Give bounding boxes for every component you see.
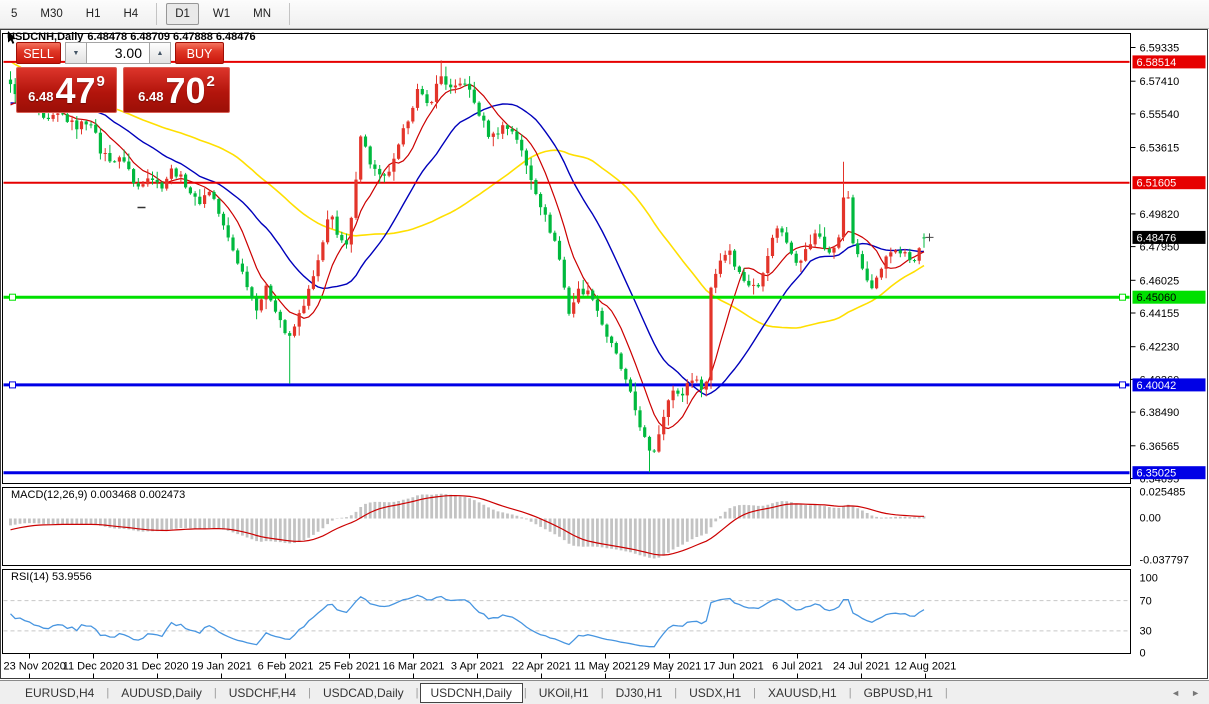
svg-text:6.40042: 6.40042	[1137, 380, 1177, 392]
caret-down-icon: ▼	[72, 49, 80, 57]
tab-separator: |	[753, 686, 757, 699]
svg-text:6.45060: 6.45060	[1137, 292, 1177, 304]
svg-text:6.44155: 6.44155	[1140, 308, 1180, 320]
svg-text:6.46025: 6.46025	[1140, 275, 1180, 287]
date-label: 11 Dec 2020	[63, 661, 125, 673]
chart-tab-dj30[interactable]: DJ30,H1	[605, 684, 674, 702]
volume-increase-button[interactable]: ▲	[150, 42, 171, 64]
chart-tab-ukoil[interactable]: UKOil,H1	[528, 684, 600, 702]
line-handle[interactable]	[1119, 293, 1126, 301]
date-label: 12 Aug 2021	[895, 661, 957, 673]
line-handle[interactable]	[9, 293, 16, 301]
tabs-scroll-left-icon[interactable]: ◄	[1171, 688, 1180, 698]
rsi-label: RSI(14) 53.9556	[11, 571, 92, 583]
buy-button[interactable]: BUY	[175, 42, 224, 64]
svg-text:70: 70	[1140, 596, 1152, 608]
timeframe-button-d1[interactable]: D1	[166, 3, 199, 25]
date-label: 19 Jan 2021	[191, 661, 252, 673]
one-click-trading-panel: SELL ▼ 3.00 ▲ BUY 6.48 47 9 6.48 70 2	[16, 42, 230, 113]
date-label: 11 May 2021	[574, 661, 637, 673]
svg-text:0: 0	[1140, 648, 1146, 660]
sell-price-button[interactable]: 6.48 47 9	[16, 67, 117, 113]
line-handle[interactable]	[1119, 381, 1126, 389]
toolbar-separator	[289, 3, 291, 25]
chart-tab-usdchf[interactable]: USDCHF,H4	[218, 684, 307, 702]
svg-text:0.00: 0.00	[1140, 513, 1161, 525]
timeframe-button-m30[interactable]: M30	[31, 3, 71, 25]
macd-label: MACD(12,26,9) 0.003468 0.002473	[11, 489, 186, 501]
timeframe-button-5[interactable]: 5	[2, 3, 26, 25]
svg-text:0.025485: 0.025485	[1140, 487, 1186, 499]
chart-tab-xauusd[interactable]: XAUUSD,H1	[757, 684, 848, 702]
tab-separator: |	[674, 686, 678, 699]
svg-text:6.36565: 6.36565	[1140, 441, 1180, 453]
svg-text:6.59335: 6.59335	[1140, 43, 1180, 55]
chart-tab-gbpusd[interactable]: GBPUSD,H1	[853, 684, 944, 702]
date-label: 29 May 2021	[638, 661, 702, 673]
svg-text:6.53615: 6.53615	[1140, 143, 1180, 155]
buy-price-button[interactable]: 6.48 70 2	[123, 67, 230, 113]
date-label: 6 Feb 2021	[258, 661, 314, 673]
date-label: 23 Nov 2020	[4, 661, 66, 673]
chart-tab-usdcnh[interactable]: USDCNH,Daily	[419, 682, 523, 703]
svg-text:6.58514: 6.58514	[1137, 57, 1177, 69]
date-label: 3 Apr 2021	[451, 661, 504, 673]
date-label: 31 Dec 2020	[126, 661, 188, 673]
svg-text:6.49820: 6.49820	[1140, 209, 1180, 221]
trading-terminal: 5 M30 H1 H4 D1 W1 MN 6.59335 6.57410 6.55540 6.53…	[0, 0, 1209, 704]
chart-tab-eurusd[interactable]: EURUSD,H4	[14, 684, 105, 702]
svg-text:6.51605: 6.51605	[1137, 178, 1177, 190]
timeframe-button-mn[interactable]: MN	[244, 3, 280, 25]
tab-separator: |	[415, 686, 419, 699]
svg-text:30: 30	[1140, 626, 1152, 638]
buy-price-sup: 2	[206, 73, 215, 90]
timeframe-button-h4[interactable]: H4	[114, 3, 147, 25]
sell-price-sup: 9	[96, 73, 105, 90]
timeframe-button-h1[interactable]: H1	[77, 3, 110, 25]
sell-price-big: 47	[55, 70, 96, 111]
svg-text:6.57410: 6.57410	[1140, 76, 1180, 88]
tab-separator: |	[213, 686, 217, 699]
svg-text:6.42230: 6.42230	[1140, 342, 1180, 354]
tabs-scroll-right-icon[interactable]: ►	[1191, 688, 1200, 698]
tab-separator: |	[308, 686, 311, 699]
tab-separator: |	[848, 686, 852, 699]
svg-text:-0.037797: -0.037797	[1140, 555, 1190, 567]
date-label: 22 Apr 2021	[512, 661, 571, 673]
timeframe-button-w1[interactable]: W1	[204, 3, 239, 25]
toolbar-separator	[156, 3, 158, 25]
chart-window: 6.59335 6.57410 6.55540 6.53615 6.49820 6.479…	[0, 29, 1209, 680]
svg-text:6.55540: 6.55540	[1140, 109, 1180, 121]
date-label: 25 Feb 2021	[319, 661, 381, 673]
date-label: 24 Jul 2021	[833, 661, 890, 673]
line-handle[interactable]	[9, 381, 16, 389]
tab-separator: |	[600, 686, 604, 699]
volume-decrease-button[interactable]: ▼	[65, 42, 86, 64]
timeframe-toolbar: 5 M30 H1 H4 D1 W1 MN	[0, 0, 1209, 29]
caret-up-icon: ▲	[156, 49, 164, 57]
date-label: 17 Jun 2021	[703, 661, 764, 673]
chart-tab-usdcad[interactable]: USDCAD,Daily	[312, 684, 415, 702]
svg-text:6.35025: 6.35025	[1137, 468, 1177, 480]
svg-text:6.48476: 6.48476	[1137, 232, 1177, 244]
chart-canvas[interactable]: 6.593356.574106.555406.536156.498206.479…	[0, 29, 1209, 680]
date-label: 6 Jul 2021	[772, 661, 823, 673]
chart-tab-usdx[interactable]: USDX,H1	[678, 684, 752, 702]
svg-text:100: 100	[1140, 573, 1158, 585]
volume-input[interactable]: 3.00	[86, 42, 150, 64]
symbol-tab-bar: EURUSD,H4 | AUDUSD,Daily | USDCHF,H4 | USDCAD,…	[0, 680, 1209, 704]
buy-price-big: 70	[165, 70, 206, 111]
svg-text:6.38490: 6.38490	[1140, 407, 1180, 419]
tab-separator: |	[106, 686, 110, 699]
tab-separator: |	[944, 686, 948, 699]
tab-separator: |	[523, 686, 527, 699]
buy-price-prefix: 6.48	[138, 89, 164, 104]
date-label: 16 Mar 2021	[383, 661, 445, 673]
chart-tab-audusd[interactable]: AUDUSD,Daily	[110, 684, 213, 702]
sell-price-prefix: 6.48	[28, 89, 54, 104]
sell-button[interactable]: SELL	[16, 42, 61, 64]
